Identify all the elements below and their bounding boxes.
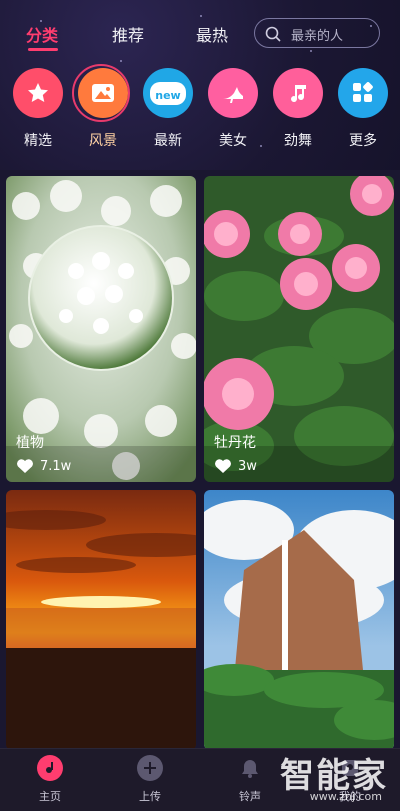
active-tab-indicator [28,48,58,51]
search-bar[interactable]: 最亲的人 [254,18,380,48]
grid-more-icon [353,82,373,102]
wallpaper-card-peony[interactable]: 牡丹花 3w [204,176,394,482]
likes-count: 3w [238,458,257,474]
tab-home[interactable]: 主页 [20,755,80,804]
category-label: 精选 [24,133,52,149]
category-label: 美女 [219,133,247,149]
category-label: 更多 [349,133,377,149]
heart-icon [17,459,33,473]
new-badge-icon: new [150,81,186,105]
card-likes: 7.1w [16,458,71,474]
category-newest-icon-bg: new [143,68,193,118]
tab-label: 主页 [39,790,61,803]
sunset-thumbnail [6,490,196,750]
top-navigation: 分类 推荐 最热 最亲的人 [0,14,400,54]
category-dance-icon-bg [273,68,323,118]
category-more[interactable]: 更多 [333,68,393,150]
category-beauty[interactable]: 美女 [203,68,263,150]
search-placeholder: 最亲的人 [291,29,344,44]
active-category-ring [72,64,130,122]
bell-icon [237,755,263,781]
tab-recommended[interactable]: 推荐 [112,22,144,46]
plus-circle-icon [137,755,163,781]
category-featured[interactable]: 精选 [8,68,68,150]
category-newest[interactable]: new 最新 [138,68,198,150]
heart-icon [215,459,231,473]
wallpaper-card-sunset[interactable] [6,490,196,750]
card-likes: 3w [214,458,257,474]
high-heel-icon [223,87,243,103]
category-label: 风景 [89,133,117,149]
category-landscape[interactable]: 风景 [72,64,133,150]
category-featured-icon-bg [13,68,63,118]
music-note-icon [291,85,306,103]
star-icon [28,83,48,102]
watermark-url: www.znj.com [309,790,382,803]
category-label: 最新 [154,133,182,149]
card-title: 植物 [16,435,44,451]
category-beauty-icon-bg [208,68,258,118]
tab-category[interactable]: 分类 [26,22,58,46]
music-disc-icon [37,755,63,781]
category-dance[interactable]: 劲舞 [268,68,328,150]
likes-count: 7.1w [40,458,72,474]
category-label: 劲舞 [284,133,312,149]
tab-label: 上传 [139,790,161,803]
tab-ringtone[interactable]: 铃声 [220,755,280,804]
wallpaper-card-plants[interactable]: 植物 7.1w [6,176,196,482]
tab-upload[interactable]: 上传 [120,755,180,804]
waterfall-thumbnail [204,490,394,750]
new-badge-text: new [155,88,181,102]
category-more-icon-bg [338,68,388,118]
tab-hottest[interactable]: 最热 [196,22,228,46]
category-row: 精选 风景 new 最新 美女 劲舞 更多 [0,64,400,158]
card-title: 牡丹花 [214,435,256,451]
tab-label: 铃声 [239,790,261,803]
search-icon [265,26,281,42]
wallpaper-card-waterfall[interactable] [204,490,394,750]
